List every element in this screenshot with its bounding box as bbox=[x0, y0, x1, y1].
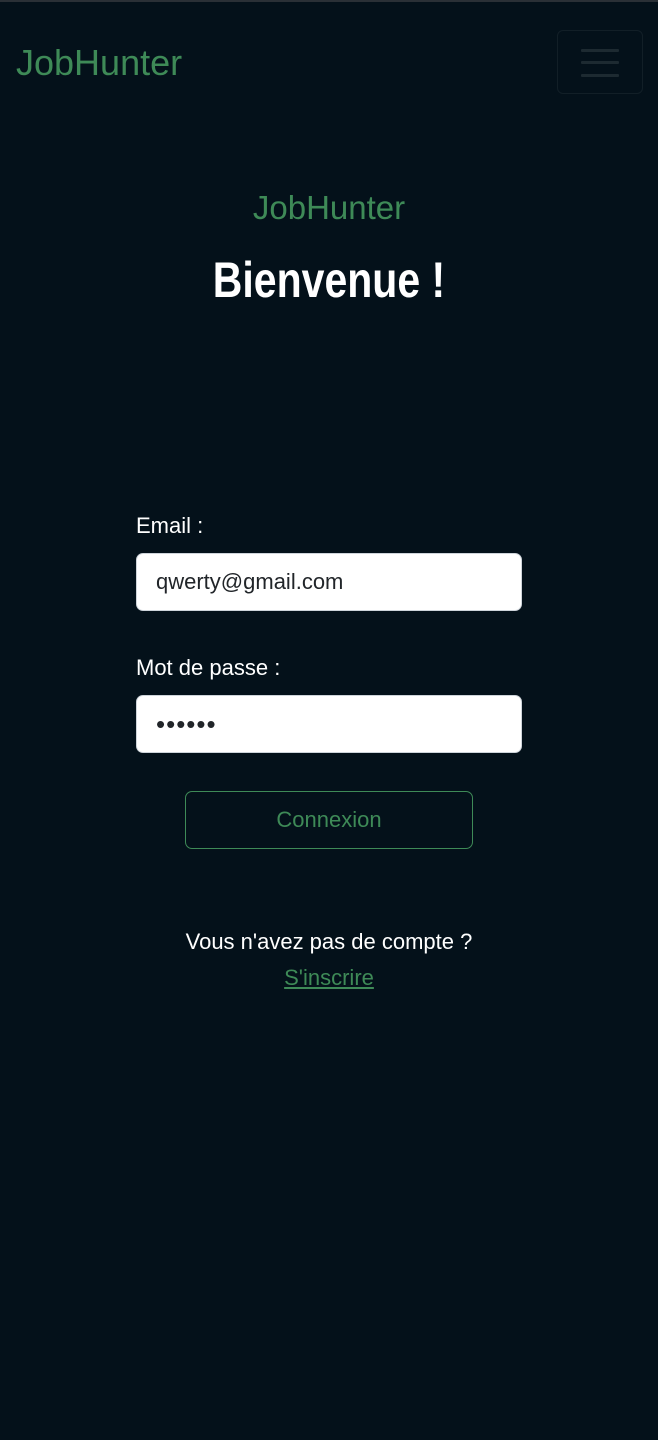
signup-link[interactable]: S'inscrire bbox=[284, 965, 374, 990]
password-field[interactable] bbox=[136, 695, 522, 753]
signup-prompt: Vous n'avez pas de compte ? bbox=[185, 929, 473, 954]
email-label: Email : bbox=[136, 513, 204, 538]
navbar-brand-link[interactable]: JobHunter bbox=[16, 42, 182, 84]
page-title: Bienvenue ! bbox=[212, 252, 446, 308]
password-label: Mot de passe : bbox=[136, 655, 281, 680]
menu-bar-middle bbox=[581, 61, 619, 64]
menu-bar-top bbox=[581, 49, 619, 52]
navbar: JobHunter bbox=[0, 2, 658, 124]
email-field[interactable] bbox=[136, 553, 522, 611]
hamburger-menu-icon[interactable] bbox=[557, 30, 643, 94]
login-button[interactable]: Connexion bbox=[185, 791, 473, 849]
menu-bar-bottom bbox=[581, 74, 619, 77]
signup-link-wrapper: S'inscrire bbox=[0, 964, 658, 992]
hero-brand: JobHunter bbox=[252, 189, 406, 226]
